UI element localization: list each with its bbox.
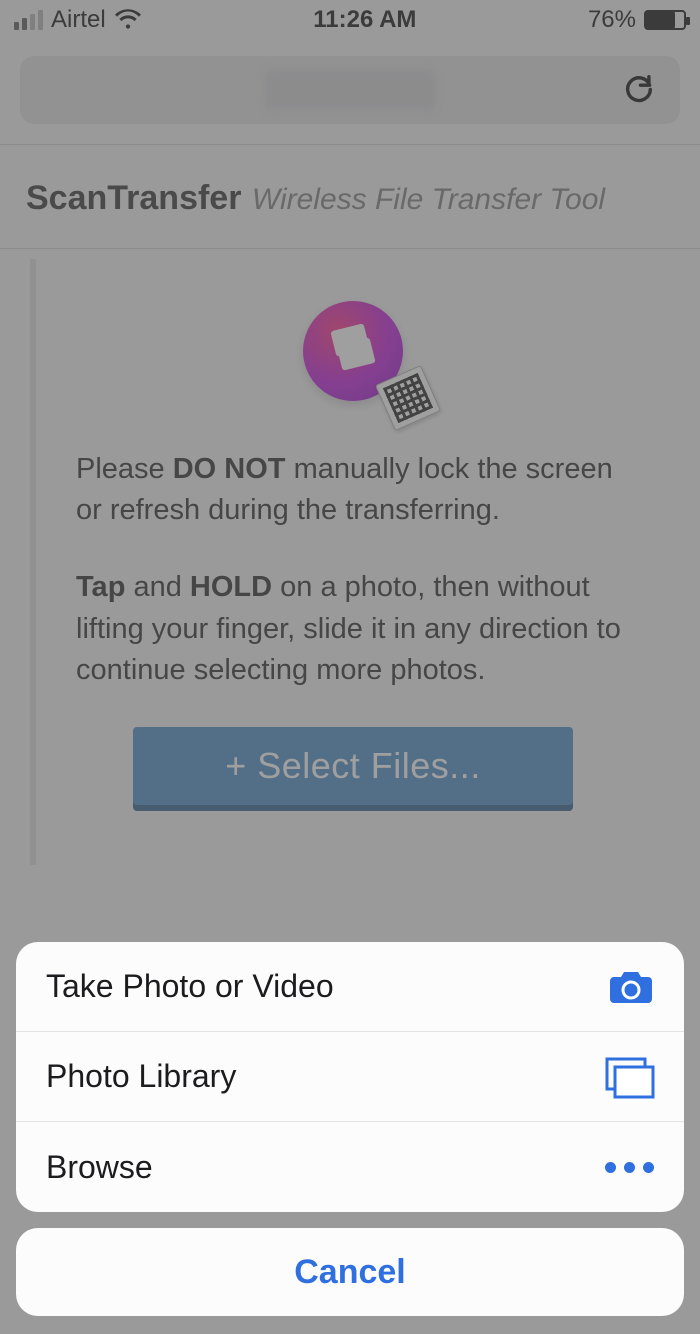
browse-label: Browse <box>46 1149 153 1186</box>
photo-library-option[interactable]: Photo Library <box>16 1032 684 1122</box>
more-dots-icon <box>605 1162 654 1173</box>
cancel-label: Cancel <box>294 1253 406 1292</box>
take-photo-option[interactable]: Take Photo or Video <box>16 942 684 1032</box>
take-photo-label: Take Photo or Video <box>46 968 334 1005</box>
cancel-button[interactable]: Cancel <box>16 1228 684 1316</box>
camera-icon <box>608 969 654 1005</box>
action-sheet-options: Take Photo or Video Photo Library Browse <box>16 942 684 1212</box>
browse-option[interactable]: Browse <box>16 1122 684 1212</box>
action-sheet: Take Photo or Video Photo Library Browse <box>16 942 684 1316</box>
photo-library-label: Photo Library <box>46 1058 236 1095</box>
photo-library-icon <box>604 1056 654 1098</box>
